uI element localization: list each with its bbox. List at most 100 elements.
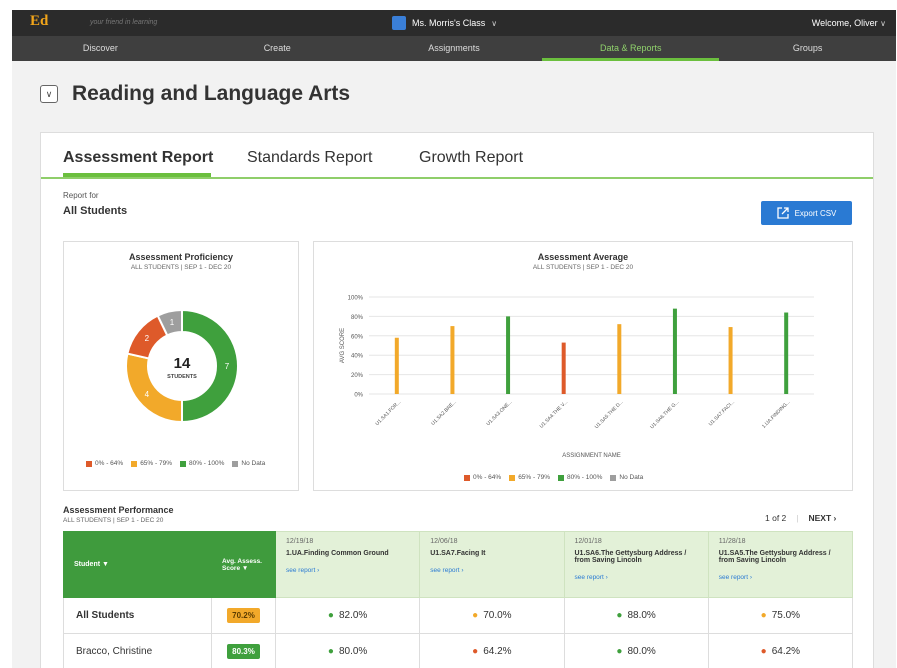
score-dot-icon: ● [616, 646, 623, 657]
assignment-name: U1.SA7.Facing It [430, 550, 486, 557]
x-tick-label: U1.SA7.FACI... [708, 399, 736, 427]
title-row: ∨ Reading and Language Arts [40, 82, 350, 106]
user-menu[interactable]: Welcome, Oliver ∨ [812, 18, 886, 28]
score-dot-icon: ● [327, 610, 334, 621]
avg-score-cell: 70.2% [211, 597, 276, 634]
score-value: 88.0% [627, 610, 656, 621]
assignment-column-header: 12/01/18 U1.SA6.The Gettysburg Address /… [563, 531, 709, 598]
x-tick-label: 1.UA.FINDING... [761, 399, 792, 430]
see-report-link[interactable]: see report › [719, 574, 842, 581]
legend-swatch [232, 460, 239, 467]
avg-score-column-header[interactable]: Avg. Assess. Score ▼ [211, 531, 276, 598]
average-panel: Assessment Average ALL STUDENTS | SEP 1 … [313, 241, 853, 491]
legend-label: 0% - 64% [473, 474, 502, 481]
nav-item-discover[interactable]: Discover [12, 36, 189, 61]
score-dot-icon: ● [760, 610, 767, 621]
see-report-link[interactable]: see report › [286, 567, 409, 574]
legend-label: 65% - 79% [518, 474, 550, 481]
student-name[interactable]: All Students [63, 597, 212, 634]
donut-slice [181, 308, 239, 424]
legend-label: 80% - 100% [566, 474, 603, 481]
performance-table: Student ▼ Avg. Assess. Score ▼ 12/19/18 1.… [63, 531, 854, 668]
score-cell: ● 64.2% [707, 633, 854, 668]
nav-item-groups[interactable]: Groups [719, 36, 896, 61]
score-value: 64.2% [771, 646, 801, 657]
assignment-date: 12/19/18 [286, 538, 314, 545]
report-for-label: Report for [63, 191, 99, 200]
bar [617, 324, 622, 394]
assignment-name: U1.SA6.The Gettysburg Address / from Sav… [574, 550, 687, 564]
tab-standards-report[interactable]: Standards Report [247, 149, 372, 167]
donut-slice-label: 7 [225, 362, 230, 371]
bar [394, 337, 399, 394]
bar [561, 342, 566, 394]
y-axis-label: AVG SCORE [340, 328, 346, 363]
see-report-link[interactable]: see report › [575, 574, 698, 581]
proficiency-subtitle: ALL STUDENTS | SEP 1 - DEC 20 [130, 264, 232, 271]
export-csv-button[interactable]: Export CSV [761, 201, 852, 225]
donut-slice-label: 4 [145, 390, 150, 399]
nav-item-create[interactable]: Create [189, 36, 366, 61]
y-tick-label: 100% [348, 296, 364, 302]
nav-item-assignments[interactable]: Assignments [366, 36, 543, 61]
class-icon [392, 16, 406, 30]
bar [728, 327, 733, 394]
x-tick-label: U1.SA4.THE V... [539, 399, 569, 429]
report-tabs: Assessment Report Standards Report Growt… [41, 133, 873, 179]
legend-swatch [557, 474, 564, 481]
table-row[interactable]: Bracco, Christine 80.3% ● 80.0% ● 64.2% ● 80.0%… [63, 633, 854, 668]
table-row[interactable]: All Students 70.2% ● 82.0% ● 70.0% ● 88.0% ● 75.0… [63, 597, 854, 634]
page-title: Reading and Language Arts [72, 82, 351, 105]
student-column-header[interactable]: Student ▼ [63, 531, 212, 598]
report-card: Assessment Report Standards Report Growt… [40, 132, 874, 668]
assignment-column-header: 12/06/18 U1.SA7.Facing It see report › [419, 531, 565, 598]
tab-assessment-report[interactable]: Assessment Report [63, 149, 213, 167]
donut-center-value: 14 [174, 355, 191, 372]
proficiency-title: Assessment Proficiency [128, 252, 234, 262]
see-report-link[interactable]: see report › [430, 567, 553, 574]
collapse-toggle-icon[interactable]: ∨ [40, 85, 58, 103]
y-tick-label: 40% [351, 354, 364, 360]
x-tick-label: U1.SA3.ONE... [485, 399, 513, 427]
chevron-down-icon: ∨ [880, 19, 886, 28]
report-for-value[interactable]: All Students [63, 205, 127, 217]
export-icon [776, 207, 789, 219]
page-indicator: 1 of 2 [765, 513, 787, 523]
class-name: Ms. Morris's Class [412, 18, 486, 28]
ed-logo[interactable]: Ed [30, 13, 48, 30]
average-title: Assessment Average [537, 252, 629, 262]
next-page-button[interactable]: NEXT › [809, 513, 837, 523]
score-cell: ● 80.0% [274, 633, 421, 668]
legend-swatch [464, 474, 470, 481]
legend-item: No Data [610, 474, 643, 481]
legend-item: 65% - 79% [131, 460, 172, 467]
legend-swatch [610, 474, 617, 481]
score-value: 80.0% [338, 646, 368, 657]
x-axis-label: ASSIGNMENT NAME [562, 453, 621, 459]
assignment-column-header: 11/28/18 U1.SA5.The Gettysburg Address /… [707, 531, 854, 598]
score-cell: ● 70.0% [419, 597, 565, 634]
proficiency-donut-chart: 7 4 2 1 14 STUDENTS [125, 308, 239, 424]
nav-item-data-reports[interactable]: Data & Reports [542, 36, 719, 61]
average-subtitle: ALL STUDENTS | SEP 1 - DEC 20 [532, 264, 634, 271]
performance-title: Assessment Performance [63, 505, 174, 515]
y-tick-label: 60% [351, 334, 364, 340]
x-tick-label: U1.SA2.BRE... [430, 399, 458, 427]
assignment-date: 12/01/18 [574, 538, 602, 545]
score-dot-icon: ● [616, 610, 623, 621]
score-cell: ● 82.0% [274, 597, 421, 634]
bar [784, 312, 789, 394]
performance-subtitle: ALL STUDENTS | SEP 1 - DEC 20 [63, 517, 164, 524]
x-tick-label: U1.SA5.THE D... [594, 399, 625, 430]
legend-label: 80% - 100% [188, 460, 225, 467]
tab-growth-report[interactable]: Growth Report [419, 149, 523, 167]
app-frame: Ed your friend in learning Ms. Morris's … [12, 10, 896, 668]
y-tick-label: 0% [354, 393, 363, 399]
y-tick-label: 80% [351, 315, 364, 321]
legend-label: 65% - 79% [140, 460, 172, 467]
student-name[interactable]: Bracco, Christine [63, 633, 212, 668]
bar [506, 316, 511, 394]
export-label: Export CSV [794, 208, 837, 218]
class-selector[interactable]: Ms. Morris's Class ∨ [392, 15, 497, 31]
pager-divider: | [796, 513, 799, 523]
